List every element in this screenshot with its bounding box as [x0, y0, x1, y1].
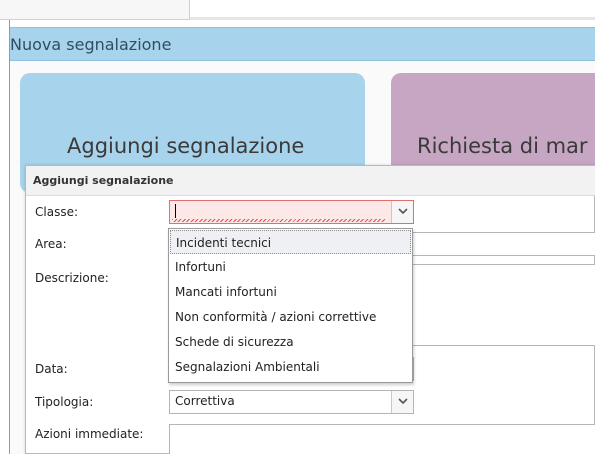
tile-label: Richiesta di mar [417, 134, 588, 158]
top-tab-strip [0, 0, 595, 20]
dialog-header: Aggiungi segnalazione [26, 166, 595, 196]
dialog-title: Aggiungi segnalazione [33, 174, 174, 187]
app-window: Nuova segnalazione Aggiungi segnalazione… [0, 0, 595, 454]
classe-label: Classe: [35, 205, 78, 219]
tipologia-select[interactable]: Correttiva [169, 390, 414, 414]
dropdown-option[interactable]: Non conformità / azioni correttive [170, 305, 411, 329]
classe-combobox[interactable] [169, 200, 414, 224]
classe-dropdown-list: Incidenti tecnici Infortuni Mancati info… [168, 228, 413, 383]
panel-header: Nuova segnalazione [10, 27, 595, 61]
tipologia-dropdown-trigger[interactable] [391, 391, 413, 413]
descrizione-label: Descrizione: [35, 271, 109, 285]
dropdown-option[interactable]: Mancati infortuni [170, 280, 411, 304]
dropdown-option[interactable]: Segnalazioni Ambientali [170, 355, 411, 379]
dropdown-option[interactable]: Infortuni [170, 255, 411, 279]
tipologia-label: Tipologia: [35, 395, 94, 409]
invalid-underline [172, 219, 385, 222]
tab-edge[interactable] [0, 0, 190, 20]
classe-dropdown-trigger[interactable] [391, 201, 413, 223]
panel-title: Nuova segnalazione [10, 35, 172, 54]
data-label: Data: [35, 362, 68, 376]
tile-label: Aggiungi segnalazione [67, 134, 305, 158]
text-cursor [175, 204, 176, 218]
dropdown-option[interactable]: Incidenti tecnici [170, 230, 411, 254]
dropdown-option[interactable]: Schede di sicurezza [170, 330, 411, 354]
tipologia-value: Correttiva [175, 394, 235, 408]
azioni-textarea[interactable] [169, 424, 595, 454]
tab-strip-rule [190, 17, 595, 20]
chevron-down-icon [398, 208, 408, 215]
area-label: Area: [35, 237, 67, 251]
chevron-down-icon [398, 398, 408, 405]
azioni-label: Azioni immediate: [35, 427, 144, 441]
